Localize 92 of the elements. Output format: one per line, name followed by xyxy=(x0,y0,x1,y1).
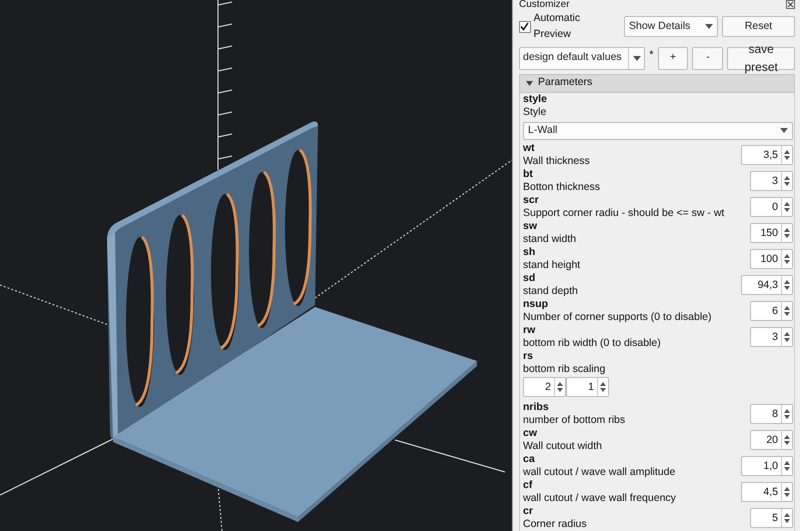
parameter-name: bt xyxy=(523,168,534,180)
down-arrow-icon[interactable] xyxy=(784,260,790,264)
up-arrow-icon[interactable] xyxy=(784,176,790,180)
3d-model-drawing[interactable] xyxy=(0,0,512,531)
number-spinbox[interactable]: 1 xyxy=(566,376,609,396)
parameter-name: style xyxy=(523,92,548,106)
parameter-name: wt xyxy=(523,142,536,154)
parameter-description: Botton thickness xyxy=(523,180,600,194)
number-spinbox[interactable]: 94,3 xyxy=(741,274,793,294)
down-arrow-icon[interactable] xyxy=(784,414,790,418)
up-arrow-icon[interactable] xyxy=(784,408,790,412)
down-arrow-icon[interactable] xyxy=(784,234,790,238)
parameters-section-header[interactable]: Parameters xyxy=(519,74,795,92)
number-spinbox[interactable]: 3 xyxy=(750,170,793,190)
number-spinbox[interactable]: 100 xyxy=(750,248,793,268)
number-spinbox[interactable]: 3,5 xyxy=(741,144,793,164)
up-arrow-icon[interactable] xyxy=(784,486,790,490)
parameter-name: nribs xyxy=(523,400,550,414)
panel-title: Customizer xyxy=(519,0,570,9)
number-spinbox[interactable]: 20 xyxy=(750,430,793,450)
up-arrow-icon[interactable] xyxy=(784,332,790,336)
down-arrow-icon[interactable] xyxy=(784,182,790,186)
add-preset-button[interactable]: + xyxy=(658,46,688,70)
up-arrow-icon[interactable] xyxy=(784,254,790,258)
down-arrow-icon[interactable] xyxy=(784,208,790,212)
down-arrow-icon[interactable] xyxy=(784,286,790,290)
caret-icon xyxy=(632,56,641,60)
up-arrow-icon[interactable] xyxy=(784,306,790,310)
parameter-description: stand depth xyxy=(523,284,578,298)
down-arrow-icon[interactable] xyxy=(784,440,790,444)
number-spinbox[interactable]: 1,0 xyxy=(741,456,793,476)
down-arrow-icon[interactable] xyxy=(784,492,790,496)
preset-dropdown[interactable]: design default values xyxy=(519,46,646,70)
parameter-description: Style xyxy=(523,106,548,118)
up-arrow-icon[interactable] xyxy=(557,382,563,386)
down-arrow-icon[interactable] xyxy=(784,466,790,470)
parameter-name: sd xyxy=(523,272,536,284)
parameter-description: wall cutout / wave wall amplitude xyxy=(523,466,676,478)
parameter-name: cr xyxy=(523,504,534,518)
caret-icon xyxy=(526,80,533,86)
parameter-name: sw xyxy=(523,220,538,232)
number-spinbox[interactable]: 2 xyxy=(523,376,566,396)
number-spinbox[interactable]: 6 xyxy=(750,300,793,320)
parameter-description: Wall thickness xyxy=(523,154,590,168)
details-dropdown[interactable]: Show Details xyxy=(624,16,718,38)
caret-icon xyxy=(780,128,788,133)
number-spinbox[interactable]: 3 xyxy=(750,326,793,346)
down-arrow-icon[interactable] xyxy=(784,338,790,342)
parameter-description: bottom rib width (0 to disable) xyxy=(523,336,661,350)
up-arrow-icon[interactable] xyxy=(784,202,790,206)
close-icon[interactable] xyxy=(786,0,795,9)
down-arrow-icon[interactable] xyxy=(784,518,790,522)
parameter-name: cf xyxy=(523,478,534,492)
parameter-name: cw xyxy=(523,426,538,440)
number-spinbox[interactable]: 150 xyxy=(750,222,793,242)
down-arrow-icon[interactable] xyxy=(600,388,606,392)
parameter-name: ca xyxy=(523,452,536,466)
caret-icon xyxy=(705,24,713,30)
modified-mark: * xyxy=(649,48,654,62)
parameter-description: stand height xyxy=(523,258,580,272)
parameter-description: stand width xyxy=(523,232,576,246)
up-arrow-icon[interactable] xyxy=(600,382,606,386)
parameter-description: wall cutout / wave wall frequency xyxy=(523,492,676,504)
parameter-description: bottom rib scaling xyxy=(523,362,606,376)
parameter-name: nsup xyxy=(523,298,550,310)
up-arrow-icon[interactable] xyxy=(784,460,790,464)
parameter-name: scr xyxy=(523,194,540,206)
number-spinbox[interactable]: 0 xyxy=(750,196,793,216)
parameter-description: number of bottom ribs xyxy=(523,414,626,426)
reset-button[interactable]: Reset xyxy=(722,16,795,38)
parameter-description: Support corner radiu - should be <= sw - wt xyxy=(523,206,724,220)
remove-preset-button[interactable]: - xyxy=(692,46,724,70)
number-spinbox[interactable]: 5 xyxy=(750,508,793,528)
checkbox[interactable] xyxy=(519,20,531,33)
checkbox-label[interactable]: Automatic Preview xyxy=(533,11,620,42)
up-arrow-icon[interactable] xyxy=(784,280,790,284)
parameter-name: rw xyxy=(523,324,536,336)
down-arrow-icon[interactable] xyxy=(557,388,563,392)
parameter-name: sh xyxy=(523,246,536,258)
up-arrow-icon[interactable] xyxy=(784,434,790,438)
parameter-name: rs xyxy=(523,350,534,362)
down-arrow-icon[interactable] xyxy=(784,156,790,160)
up-arrow-icon[interactable] xyxy=(784,150,790,154)
down-arrow-icon[interactable] xyxy=(784,312,790,316)
style-dropdown[interactable]: L-Wall xyxy=(523,122,793,140)
parameter-description: Number of corner supports (0 to disable) xyxy=(523,310,712,324)
parameter-description: Wall cutout width xyxy=(523,440,602,452)
up-arrow-icon[interactable] xyxy=(784,228,790,232)
up-arrow-icon[interactable] xyxy=(784,512,790,516)
number-spinbox[interactable]: 8 xyxy=(750,404,793,424)
parameter-description: Corner radius xyxy=(523,518,587,530)
number-spinbox[interactable]: 4,5 xyxy=(741,482,793,502)
